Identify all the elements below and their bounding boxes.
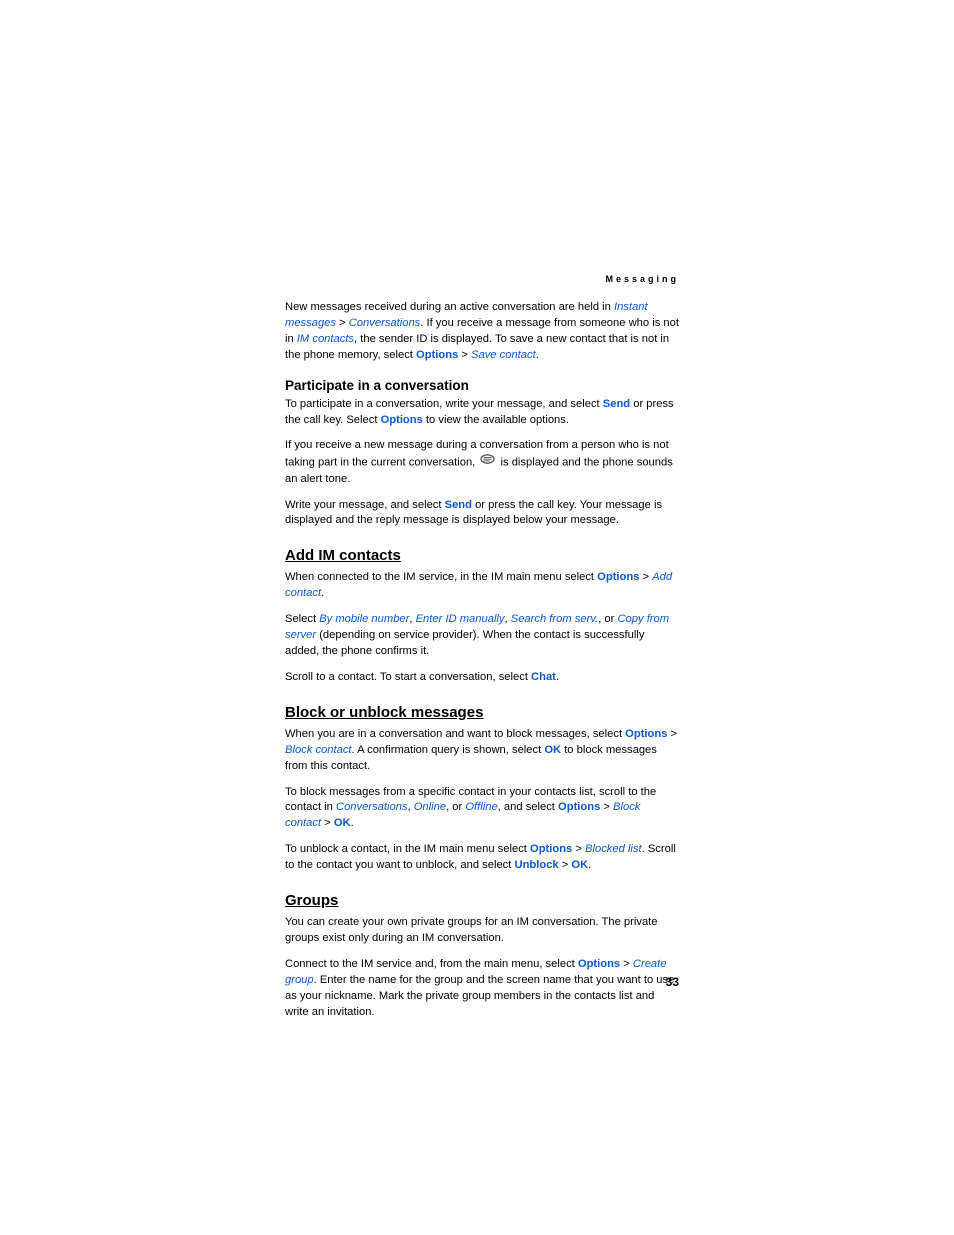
text: . — [556, 671, 559, 683]
heading-block-unblock: Block or unblock messages — [285, 704, 679, 721]
link-by-mobile-number[interactable]: By mobile number — [319, 613, 409, 625]
text: . — [588, 859, 591, 871]
link-im-contacts[interactable]: IM contacts — [297, 333, 354, 345]
text: > — [600, 801, 613, 813]
text: Select — [285, 613, 319, 625]
link-block-contact[interactable]: Block contact — [285, 744, 352, 756]
link-send[interactable]: Send — [445, 499, 472, 511]
text: To unblock a contact, in the IM main men… — [285, 843, 530, 855]
heading-add-im-contacts: Add IM contacts — [285, 547, 679, 564]
link-offline[interactable]: Offline — [465, 801, 497, 813]
paragraph-intro: New messages received during an active c… — [285, 300, 679, 364]
text: > — [559, 859, 572, 871]
link-save-contact[interactable]: Save contact — [471, 349, 536, 361]
link-conversations[interactable]: Conversations — [336, 801, 408, 813]
page-content: Messaging New messages received during a… — [285, 274, 679, 1031]
paragraph-add-1: When connected to the IM service, in the… — [285, 570, 679, 602]
link-options[interactable]: Options — [578, 958, 620, 970]
text: , or — [446, 801, 465, 813]
text: You can create your own private groups f… — [285, 916, 658, 944]
paragraph-block-1: When you are in a conversation and want … — [285, 727, 679, 775]
text: > — [667, 728, 677, 740]
text: . — [351, 817, 354, 829]
link-unblock[interactable]: Unblock — [515, 859, 559, 871]
text: , or — [598, 613, 617, 625]
link-options[interactable]: Options — [597, 571, 639, 583]
link-online[interactable]: Online — [414, 801, 446, 813]
text: Scroll to a contact. To start a conversa… — [285, 671, 531, 683]
link-options[interactable]: Options — [381, 414, 423, 426]
text: > — [620, 958, 633, 970]
text: (depending on service provider). When th… — [285, 629, 644, 657]
text: > — [321, 817, 334, 829]
text: Connect to the IM service and, from the … — [285, 958, 578, 970]
text: Write your message, and select — [285, 499, 445, 511]
link-search-from-serv[interactable]: Search from serv. — [511, 613, 598, 625]
paragraph-participate-3: Write your message, and select Send or p… — [285, 498, 679, 530]
paragraph-block-3: To unblock a contact, in the IM main men… — [285, 842, 679, 874]
link-ok[interactable]: OK — [571, 859, 588, 871]
running-header: Messaging — [285, 274, 679, 284]
link-enter-id-manually[interactable]: Enter ID manually — [416, 613, 505, 625]
paragraph-participate-2: If you receive a new message during a co… — [285, 438, 679, 487]
link-send[interactable]: Send — [603, 398, 630, 410]
paragraph-participate-1: To participate in a conversation, write … — [285, 397, 679, 429]
link-options[interactable]: Options — [625, 728, 667, 740]
link-ok[interactable]: OK — [544, 744, 561, 756]
text: . A confirmation query is shown, select — [352, 744, 545, 756]
page-number: 33 — [285, 975, 679, 989]
text: New messages received during an active c… — [285, 301, 614, 313]
paragraph-block-2: To block messages from a specific contac… — [285, 785, 679, 833]
paragraph-add-2: Select By mobile number, Enter ID manual… — [285, 612, 679, 660]
text: . — [321, 587, 324, 599]
link-chat[interactable]: Chat — [531, 671, 556, 683]
text: > — [572, 843, 585, 855]
text: . — [536, 349, 539, 361]
heading-groups: Groups — [285, 892, 679, 909]
text: When connected to the IM service, in the… — [285, 571, 597, 583]
link-blocked-list[interactable]: Blocked list — [585, 843, 642, 855]
text: To participate in a conversation, write … — [285, 398, 603, 410]
link-options[interactable]: Options — [416, 349, 458, 361]
paragraph-add-3: Scroll to a contact. To start a conversa… — [285, 670, 679, 686]
link-ok[interactable]: OK — [334, 817, 351, 829]
text: When you are in a conversation and want … — [285, 728, 625, 740]
text: > — [639, 571, 652, 583]
text: > — [336, 317, 349, 329]
text: > — [458, 349, 471, 361]
link-options[interactable]: Options — [558, 801, 600, 813]
text: , and select — [498, 801, 558, 813]
heading-participate: Participate in a conversation — [285, 378, 679, 393]
text: to view the available options. — [423, 414, 569, 426]
link-conversations[interactable]: Conversations — [349, 317, 421, 329]
new-message-icon — [480, 454, 495, 471]
link-options[interactable]: Options — [530, 843, 572, 855]
paragraph-groups-1: You can create your own private groups f… — [285, 915, 679, 947]
